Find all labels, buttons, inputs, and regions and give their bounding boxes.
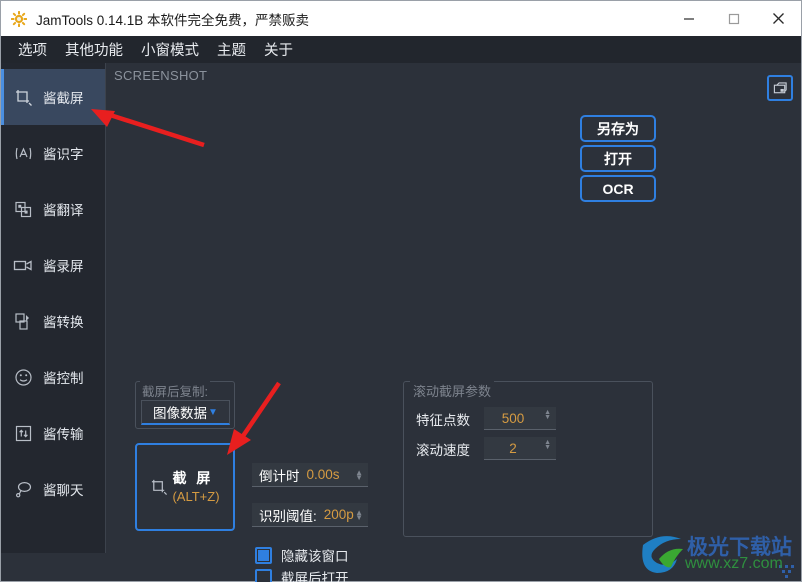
- scrolling-capture-params-title: 滚动截屏参数: [410, 381, 495, 400]
- sidebar-item-label: 酱翻译: [43, 203, 84, 218]
- copy-format-value: 图像数据: [153, 406, 208, 421]
- close-button[interactable]: [756, 1, 801, 36]
- sidebar-item-screenshot[interactable]: 酱截屏: [1, 69, 105, 125]
- copy-after-capture-label: 截屏后复制:: [140, 381, 210, 400]
- feature-points-row: 特征点数 500 ▲ ▼: [416, 407, 556, 430]
- save-as-button[interactable]: 另存为: [580, 115, 656, 142]
- scroll-speed-field[interactable]: 2 ▲ ▼: [484, 437, 556, 460]
- sidebar-item-label: 酱聊天: [43, 483, 84, 498]
- minimize-button[interactable]: [666, 1, 711, 36]
- maximize-button[interactable]: [711, 1, 756, 36]
- scrolling-capture-params-panel: 滚动截屏参数 特征点数 500 ▲ ▼ 滚动速度 2 ▲ ▼: [403, 381, 653, 537]
- sidebar-item-label: 酱控制: [43, 371, 84, 386]
- countdown-label: 倒计时: [259, 468, 300, 484]
- window-capture-icon-button[interactable]: [767, 75, 793, 101]
- watermark-url: www.xz7.com: [685, 555, 783, 572]
- translate-icon: [13, 199, 33, 219]
- sidebar: 酱截屏 酱识字 酱翻译 酱录屏 酱转换 酱控制 酱传输 酱聊天: [1, 63, 106, 553]
- sidebar-item-control[interactable]: 酱控制: [1, 349, 105, 405]
- sidebar-item-transfer[interactable]: 酱传输: [1, 405, 105, 461]
- capture-button-shortcut: (ALT+Z): [172, 489, 220, 504]
- sidebar-item-translate[interactable]: 酱翻译: [1, 181, 105, 237]
- ocr-text-icon: [13, 143, 33, 163]
- feature-points-label: 特征点数: [416, 412, 470, 428]
- chevron-down-icon: ▼: [208, 406, 218, 418]
- copy-after-capture-group: 截屏后复制: 图像数据 ▼: [135, 381, 235, 429]
- capture-button-label: 截 屏: [172, 470, 214, 486]
- spinner-arrows-icon[interactable]: ▲ ▼: [544, 439, 551, 451]
- capture-screen-button[interactable]: 截 屏 (ALT+Z): [135, 443, 235, 531]
- checkbox-label: 截屏后打开: [281, 571, 349, 582]
- sidebar-item-label: 酱传输: [43, 427, 84, 442]
- screenshot-preview-label: SCREENSHOT: [114, 68, 208, 83]
- menu-theme[interactable]: 主题: [208, 36, 255, 63]
- checkbox-box-icon[interactable]: [255, 546, 272, 564]
- menu-options[interactable]: 选项: [9, 36, 56, 63]
- copy-format-select[interactable]: 图像数据 ▼: [141, 400, 230, 425]
- checkbox-label: 隐藏该窗口: [281, 549, 349, 564]
- checkbox-hide-window[interactable]: 隐藏该窗口: [255, 545, 349, 565]
- open-button[interactable]: 打开: [580, 145, 656, 172]
- content-area: SCREENSHOT 另存为 打开 OCR 截屏后复制: 图像数据 ▼ 截 屏 …: [107, 63, 801, 582]
- sidebar-item-label: 酱截屏: [43, 91, 84, 106]
- spinner-arrows-icon[interactable]: ▲ ▼: [355, 468, 363, 481]
- sidebar-item-label: 酱识字: [43, 147, 84, 162]
- threshold-value: 200p: [323, 507, 354, 522]
- application-window: JamTools 0.14.1B 本软件完全免费，严禁贩卖 选项 其他功能 小窗…: [0, 0, 802, 582]
- window-controls: [666, 1, 801, 36]
- sidebar-item-convert[interactable]: 酱转换: [1, 293, 105, 349]
- sidebar-item-ocr[interactable]: 酱识字: [1, 125, 105, 181]
- sidebar-item-record[interactable]: 酱录屏: [1, 237, 105, 293]
- window-title: JamTools 0.14.1B 本软件完全免费，严禁贩卖: [36, 12, 310, 28]
- title-bar: JamTools 0.14.1B 本软件完全免费，严禁贩卖: [1, 1, 801, 36]
- remote-control-icon: [13, 367, 33, 387]
- sun-gear-icon: [10, 10, 28, 27]
- scroll-speed-label: 滚动速度: [416, 442, 470, 458]
- menu-about[interactable]: 关于: [255, 36, 302, 63]
- threshold-spinner[interactable]: 识别阈值: 200p ▲ ▼: [252, 503, 368, 527]
- sidebar-item-label: 酱转换: [43, 315, 84, 330]
- scroll-speed-row: 滚动速度 2 ▲ ▼: [416, 437, 556, 460]
- crop-screenshot-icon: [150, 478, 168, 496]
- video-camera-icon: [13, 255, 33, 275]
- spinner-arrows-icon[interactable]: ▲ ▼: [544, 409, 551, 421]
- menu-other-features[interactable]: 其他功能: [56, 36, 132, 63]
- checkbox-open-after-capture[interactable]: 截屏后打开: [255, 567, 349, 582]
- file-convert-icon: [13, 311, 33, 331]
- spinner-arrows-icon[interactable]: ▲ ▼: [355, 508, 363, 521]
- menu-mini-window-mode[interactable]: 小窗模式: [132, 36, 208, 63]
- sidebar-item-chat[interactable]: 酱聊天: [1, 461, 105, 517]
- chat-bubble-icon: [13, 479, 33, 499]
- transfer-updown-icon: [13, 423, 33, 443]
- countdown-value: 0.00s: [306, 467, 340, 482]
- crop-screenshot-icon: [13, 87, 33, 107]
- feature-points-field[interactable]: 500 ▲ ▼: [484, 407, 556, 430]
- checkbox-box-icon[interactable]: [255, 568, 272, 582]
- countdown-spinner[interactable]: 倒计时 0.00s ▲ ▼: [252, 463, 368, 487]
- sidebar-item-label: 酱录屏: [43, 259, 84, 274]
- menu-bar: 选项 其他功能 小窗模式 主题 关于: [1, 36, 801, 63]
- threshold-label: 识别阈值:: [259, 508, 317, 524]
- ocr-button[interactable]: OCR: [580, 175, 656, 202]
